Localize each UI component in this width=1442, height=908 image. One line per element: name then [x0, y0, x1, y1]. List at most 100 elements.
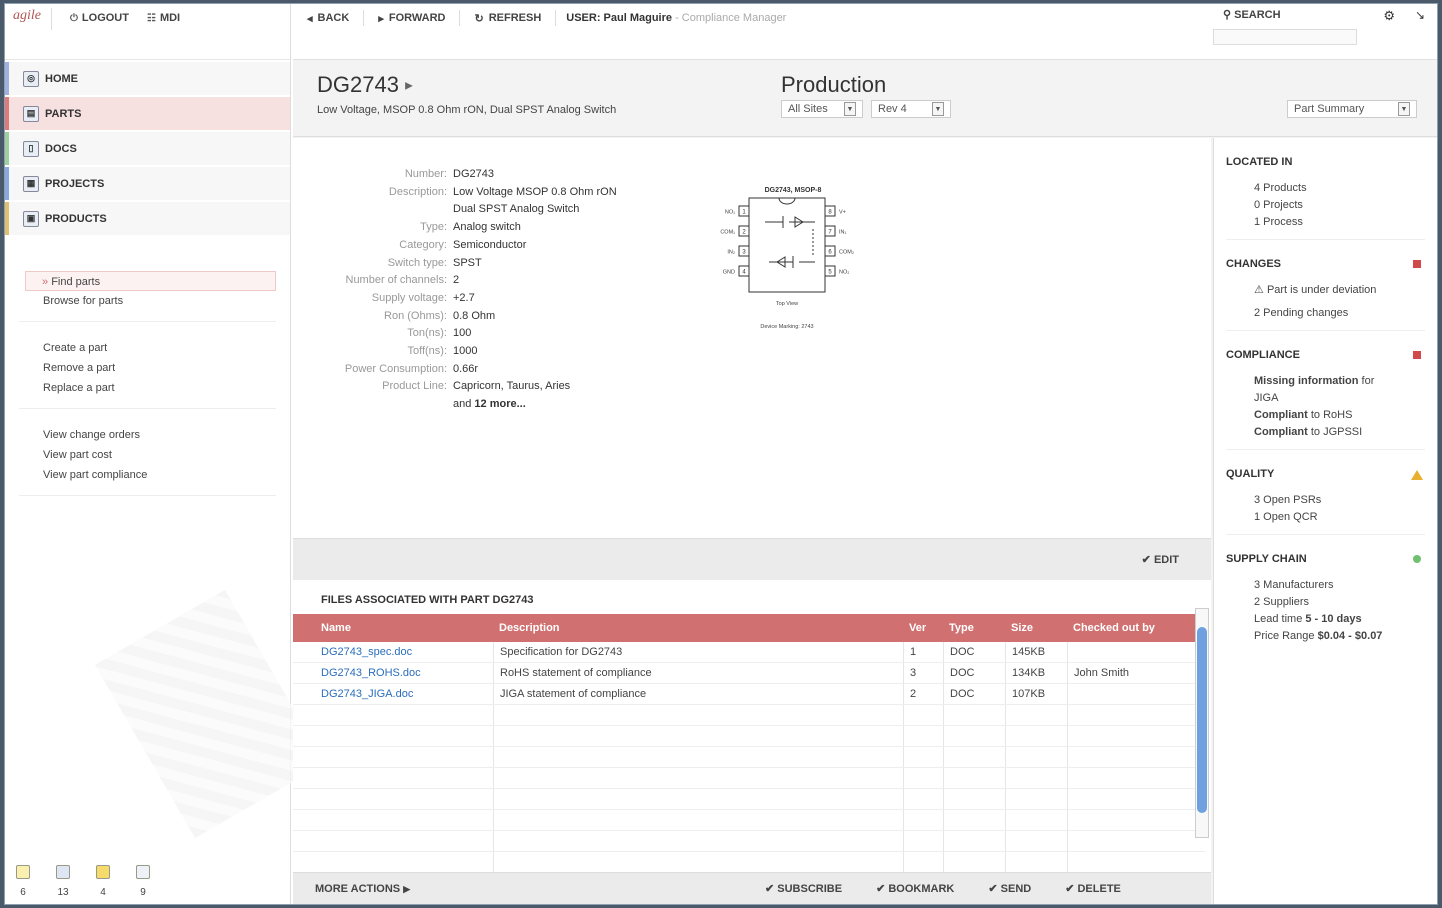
nav-item-home[interactable]: ◎ HOME: [5, 62, 290, 95]
table-row-empty: [293, 810, 1205, 831]
view-part-compliance-link[interactable]: View part compliance: [43, 465, 276, 485]
power-icon: ⏻: [70, 12, 78, 24]
back-button[interactable]: ◂ BACK: [293, 10, 365, 26]
table-cell: DG2743_ROHS.doc: [293, 667, 493, 679]
col-ver[interactable]: Ver: [903, 614, 943, 642]
table-cell: [903, 705, 943, 725]
globe-icon: ◎: [23, 70, 39, 87]
more-properties-link[interactable]: and 12 more...: [453, 396, 623, 414]
view-part-cost-link[interactable]: View part cost: [43, 445, 276, 465]
located-products[interactable]: 4 Products: [1226, 180, 1425, 197]
search-input[interactable]: [1213, 29, 1357, 45]
gear-icon[interactable]: ⚙: [1383, 8, 1395, 24]
property-value: 2: [453, 274, 460, 287]
table-row-empty: [293, 789, 1205, 810]
table-cell: [943, 726, 1005, 746]
properties-list: Number: DG2743 Description: Low Voltage MSO…: [293, 166, 623, 414]
compliance-rohs-rest: to RoHS: [1307, 409, 1353, 421]
bottom-tray: 6 13 4 9: [15, 865, 151, 898]
folder-icon: [96, 865, 110, 879]
forward-button[interactable]: ▸ FORWARD: [364, 10, 461, 26]
property-label: Product Line:: [382, 380, 447, 393]
compliance-jgpssi[interactable]: Compliant to JGPSSI: [1226, 424, 1425, 441]
nav-item-products[interactable]: ▣ PRODUCTS: [5, 202, 290, 235]
find-parts-link[interactable]: » Find parts: [25, 271, 276, 291]
action-bar: MORE ACTIONS ▶ ✔ SUBSCRIBE ✔ BOOKMARK ✔ …: [293, 872, 1211, 904]
app-window: agile ⏻ LOGOUT ☷ MDI ◎ HOME ▤ PARTS ▯ DO…: [4, 3, 1438, 905]
property-value: Analog switch: [453, 221, 521, 234]
compliance-missing[interactable]: Missing information for JIGA: [1226, 373, 1425, 407]
pending-changes[interactable]: 2 Pending changes: [1226, 305, 1425, 322]
mdi-label: MDI: [159, 12, 181, 24]
files-scrollbar[interactable]: [1195, 608, 1209, 838]
rev-select[interactable]: Rev 4 ▼: [871, 100, 951, 118]
property-row: Category: Semiconductor: [293, 237, 623, 255]
table-cell: [903, 831, 943, 851]
logout-button[interactable]: ⏻ LOGOUT: [70, 8, 129, 24]
property-value: Low Voltage MSOP 0.8 Ohm rON: [453, 185, 617, 198]
tray-item-printer[interactable]: 13: [55, 865, 71, 898]
play-circle-icon: ▶: [403, 883, 411, 894]
property-row: Switch type: SPST: [293, 255, 623, 273]
property-row: Product Line: Capricorn, Taurus, Aries: [293, 378, 623, 396]
file-link[interactable]: DG2743_ROHS.doc: [321, 667, 421, 679]
tray-item-folder[interactable]: 4: [95, 865, 111, 898]
compliance-rohs[interactable]: Compliant to RoHS: [1226, 407, 1425, 424]
col-type[interactable]: Type: [943, 614, 1005, 642]
sites-select[interactable]: All Sites ▼: [781, 100, 863, 118]
nav-item-parts[interactable]: ▤ PARTS: [5, 97, 290, 130]
table-row[interactable]: DG2743_spec.doc Specification for DG2743 1…: [293, 642, 1205, 663]
mdi-button[interactable]: ☷ MDI: [147, 8, 180, 24]
more-actions-button[interactable]: MORE ACTIONS ▶: [293, 883, 765, 895]
property-row: Ron (Ohms): 0.8 Ohm: [293, 308, 623, 326]
nav-item-docs[interactable]: ▯ DOCS: [5, 132, 290, 165]
col-checked-out-by[interactable]: Checked out by: [1067, 614, 1205, 642]
edit-button[interactable]: ✔ EDIT: [1142, 553, 1179, 566]
property-row: Number: DG2743: [293, 166, 623, 184]
tray-item-clipboard[interactable]: 6: [15, 865, 31, 898]
open-psrs[interactable]: 3 Open PSRs: [1226, 492, 1425, 509]
browse-parts-link[interactable]: Browse for parts: [43, 291, 276, 311]
located-projects[interactable]: 0 Projects: [1226, 197, 1425, 214]
table-cell: [903, 747, 943, 767]
create-part-link[interactable]: Create a part: [43, 338, 276, 358]
remove-part-link[interactable]: Remove a part: [43, 358, 276, 378]
table-cell: 134KB: [1005, 663, 1067, 683]
file-link[interactable]: DG2743_spec.doc: [321, 646, 412, 658]
file-link[interactable]: DG2743_JIGA.doc: [321, 688, 413, 700]
located-process[interactable]: 1 Process: [1226, 214, 1425, 231]
send-button[interactable]: ✔ SEND: [988, 882, 1031, 895]
scroll-thumb[interactable]: [1197, 627, 1207, 813]
delete-button[interactable]: ✔ DELETE: [1065, 882, 1121, 895]
tray-item-contacts[interactable]: 9: [135, 865, 151, 898]
compliance-missing-target: JIGA: [1254, 392, 1279, 404]
bookmark-button[interactable]: ✔ BOOKMARK: [876, 882, 954, 895]
view-change-orders-link[interactable]: View change orders: [43, 425, 276, 445]
nav-item-projects[interactable]: ▦ PROJECTS: [5, 167, 290, 200]
top-toolbar: ◂ BACK ▸ FORWARD ↻ REFRESH USER: Paul Ma…: [293, 4, 1437, 60]
open-qcr[interactable]: 1 Open QCR: [1226, 509, 1425, 526]
chevron-down-icon: ▼: [844, 102, 856, 116]
play-circle-icon[interactable]: ▶: [405, 81, 413, 92]
table-cell: John Smith: [1067, 663, 1205, 683]
manufacturers[interactable]: 3 Manufacturers: [1226, 577, 1425, 594]
col-description[interactable]: Description: [493, 614, 903, 642]
table-cell: [1005, 705, 1067, 725]
table-row[interactable]: DG2743_ROHS.doc RoHS statement of complia…: [293, 663, 1205, 684]
table-cell: [1067, 852, 1205, 872]
subscribe-button[interactable]: ✔ SUBSCRIBE: [765, 882, 842, 895]
deviation-line[interactable]: ⚠ Part is under deviation: [1226, 282, 1425, 299]
view-select[interactable]: Part Summary ▼: [1287, 100, 1417, 118]
col-name[interactable]: Name: [293, 622, 493, 634]
files-panel: FILES ASSOCIATED WITH PART DG2743 Name D…: [293, 580, 1211, 873]
replace-part-link[interactable]: Replace a part: [43, 378, 276, 398]
part-description: Low Voltage, MSOP 0.8 Ohm rON, Dual SPST…: [317, 104, 617, 116]
pin-icon[interactable]: ↘: [1415, 8, 1425, 22]
contacts-icon: [136, 865, 150, 879]
table-row[interactable]: DG2743_JIGA.doc JIGA statement of complia…: [293, 684, 1205, 705]
col-size[interactable]: Size: [1005, 614, 1067, 642]
table-cell: [1067, 810, 1205, 830]
suppliers[interactable]: 2 Suppliers: [1226, 594, 1425, 611]
table-cell: [943, 747, 1005, 767]
refresh-button[interactable]: ↻ REFRESH: [460, 10, 557, 26]
